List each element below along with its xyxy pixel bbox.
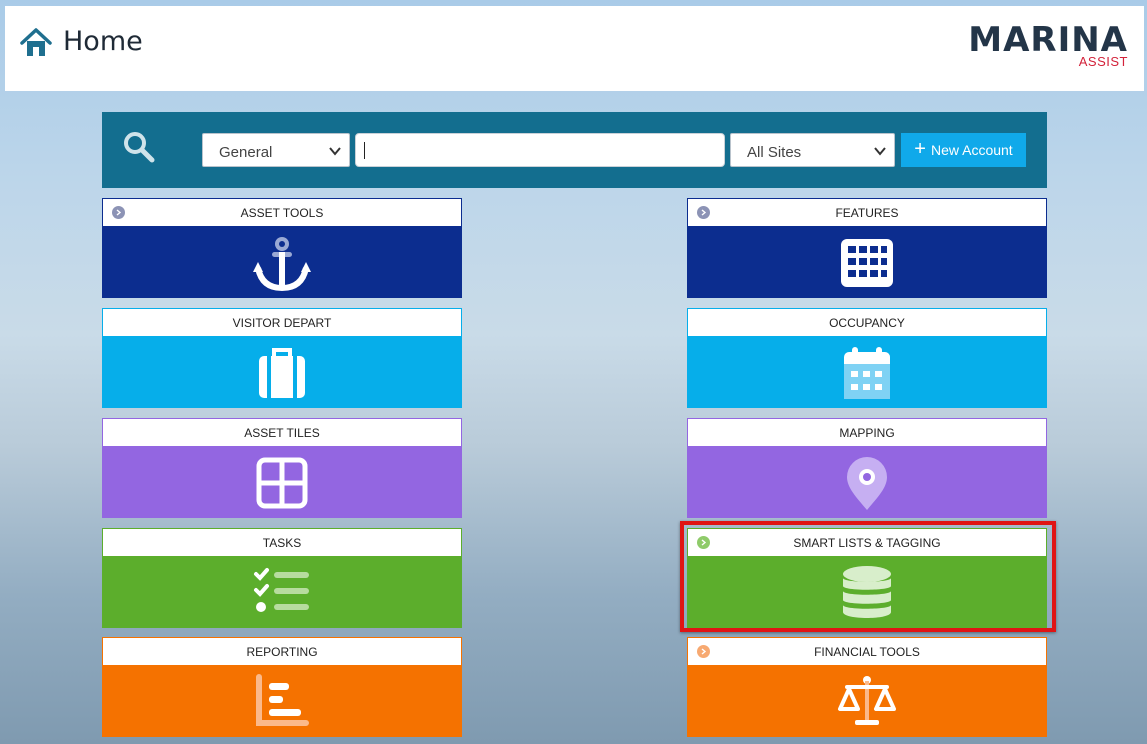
marina-assist-logo[interactable]: MARINA ASSIST (968, 20, 1128, 72)
category-select[interactable]: General (202, 133, 350, 167)
tile-features[interactable]: FEATURES (687, 198, 1047, 298)
tile-header: ASSET TILES (102, 418, 462, 447)
anchor-icon (253, 236, 311, 291)
new-account-button[interactable]: + New Account (901, 133, 1026, 167)
suitcase-icon (259, 347, 305, 398)
tile-header: FINANCIAL TOOLS (687, 637, 1047, 666)
tile-header: FEATURES (687, 198, 1047, 227)
tile-header: OCCUPANCY (687, 308, 1047, 337)
text-caret (364, 142, 365, 159)
tile-tasks[interactable]: TASKS (102, 528, 462, 628)
logo-sub-text: ASSIST (1078, 54, 1128, 69)
home-icon[interactable] (19, 26, 53, 60)
tile-body (102, 227, 462, 298)
sites-select[interactable]: All Sites (730, 133, 895, 167)
checklist-icon (254, 567, 309, 612)
expand-arrow-icon[interactable] (697, 645, 710, 658)
tile-body (102, 337, 462, 408)
report-icon (256, 673, 309, 726)
tile-financial-tools[interactable]: FINANCIAL TOOLS (687, 637, 1047, 737)
tile-label: VISITOR DEPART (232, 315, 332, 330)
tile-body (687, 447, 1047, 518)
tile-label: MAPPING (839, 425, 895, 440)
header-bar: Home MARINA ASSIST (5, 6, 1144, 91)
chevron-down-icon (329, 147, 341, 156)
calendar-icon (844, 346, 890, 399)
tile-header: TASKS (102, 528, 462, 557)
tile-label: ASSET TILES (244, 425, 320, 440)
page-title: Home (63, 26, 143, 57)
highlight-outline (680, 521, 1056, 632)
tile-body (687, 227, 1047, 298)
tile-label: FEATURES (835, 205, 899, 220)
plus-icon: + (914, 138, 926, 160)
tile-mapping[interactable]: MAPPING (687, 418, 1047, 518)
scales-icon (838, 675, 896, 725)
grid-icon (841, 238, 893, 287)
tile-body (102, 447, 462, 518)
tile-label: REPORTING (246, 644, 318, 659)
tile-body (102, 557, 462, 628)
search-icon (124, 132, 155, 163)
tile-reporting[interactable]: REPORTING (102, 637, 462, 737)
expand-arrow-icon[interactable] (697, 206, 710, 219)
search-bar: General All Sites + New Account (102, 112, 1047, 188)
tile-visitor-depart[interactable]: VISITOR DEPART (102, 308, 462, 408)
tiles-icon (256, 457, 308, 508)
new-account-label: New Account (930, 142, 1013, 158)
sites-select-value: All Sites (747, 144, 802, 161)
tile-asset-tools[interactable]: ASSET TOOLS (102, 198, 462, 298)
search-input[interactable] (355, 133, 725, 167)
tile-label: OCCUPANCY (829, 315, 905, 330)
tile-occupancy[interactable]: OCCUPANCY (687, 308, 1047, 408)
tile-asset-tiles[interactable]: ASSET TILES (102, 418, 462, 518)
tile-body (687, 666, 1047, 737)
tile-header: VISITOR DEPART (102, 308, 462, 337)
tile-body (687, 337, 1047, 408)
tile-header: MAPPING (687, 418, 1047, 447)
tile-body (102, 666, 462, 737)
tile-header: REPORTING (102, 637, 462, 666)
tile-label: FINANCIAL TOOLS (814, 644, 920, 659)
tile-label: TASKS (262, 535, 302, 550)
map-pin-icon (847, 456, 887, 510)
expand-arrow-icon[interactable] (112, 206, 125, 219)
category-select-value: General (219, 144, 273, 161)
tile-header: ASSET TOOLS (102, 198, 462, 227)
chevron-down-icon (874, 147, 886, 156)
tile-label: ASSET TOOLS (240, 205, 324, 220)
